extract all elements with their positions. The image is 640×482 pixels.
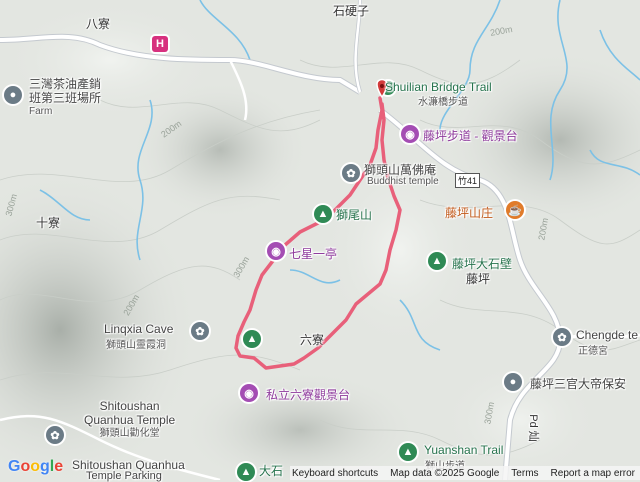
google-logo-letter: g <box>40 458 50 475</box>
google-logo-letter: e <box>54 458 64 475</box>
poi-shitoushan-quan-line1: Shitoushan <box>99 399 160 413</box>
place-tengping: 藤坪 <box>466 272 491 286</box>
yuanshan-trail-icon[interactable]: ▲ <box>399 443 417 461</box>
terms-link[interactable]: Terms <box>511 468 538 479</box>
dashi-peak-icon[interactable]: ▲ <box>237 463 255 481</box>
poi-sanwan-tea-line2: 班第三班場所 <box>29 91 102 105</box>
poi-liuliao-view[interactable]: 私立六寮觀景台 <box>266 386 350 403</box>
road-shield-zhu41: 竹41 <box>455 173 481 188</box>
rock-peak-icon[interactable]: ▲ <box>428 252 446 270</box>
place-shijingzi: 石硬子 <box>333 4 370 18</box>
google-logo-letter: G <box>8 458 21 475</box>
poi-shuilian-bridge[interactable]: Shuilian Bridge Trail <box>385 80 492 94</box>
map-data-text: Map data ©2025 Google <box>390 467 500 479</box>
poi-qixing[interactable]: 七星一亭 <box>289 245 337 262</box>
sanguan-temple-icon[interactable]: ● <box>504 373 522 391</box>
poi-dashi-partial[interactable]: 大石 <box>259 462 283 479</box>
poi-chengde-cn: 正德宮 <box>578 346 608 357</box>
poi-sanwan-tea-line1: 三灣茶油產銷 <box>29 77 102 91</box>
poi-shitoushan-quan[interactable]: Shitoushan Quanhua Temple 獅頭山勸化堂 <box>84 399 175 441</box>
hotel-icon[interactable]: H <box>152 36 168 52</box>
poi-chengde[interactable]: Chengde te <box>576 328 638 342</box>
poi-tengping-shanzhuang[interactable]: 藤坪山庄 <box>445 204 493 221</box>
farm-pin-icon[interactable]: ● <box>4 86 22 104</box>
place-bazhang: 八寮 <box>86 17 111 31</box>
keyboard-shortcuts-link[interactable]: Keyboard shortcuts <box>292 468 378 479</box>
poi-wanfo-sub: Buddhist temple <box>367 176 439 187</box>
google-logo-letter: o <box>20 458 31 475</box>
cave-temple-icon[interactable]: ✿ <box>191 322 209 340</box>
quanhua-temple-icon[interactable]: ✿ <box>46 426 64 444</box>
place-liuliao: 六寮 <box>300 333 325 347</box>
restaurant-icon[interactable]: ☕ <box>506 201 524 219</box>
peak-icon[interactable]: ▲ <box>314 205 332 223</box>
google-logo[interactable]: Google <box>8 458 63 476</box>
poi-sanwan-tea[interactable]: 三灣茶油產銷 班第三班場所 Farm <box>29 77 101 119</box>
poi-shuilian-bridge-cn: 水濂橋步道 <box>418 97 468 108</box>
attribution-bar: Keyboard shortcuts Map data ©2025 Google… <box>290 466 640 480</box>
report-error-link[interactable]: Report a map error <box>551 468 635 479</box>
poi-yuanshan[interactable]: Yuanshan Trail <box>424 443 503 457</box>
place-shiliao: 十寮 <box>36 216 61 230</box>
chengde-temple-icon[interactable]: ✿ <box>553 328 571 346</box>
poi-shitoushan[interactable]: 獅尾山 <box>336 206 372 223</box>
google-logo-letter: o <box>30 458 41 475</box>
poi-shitoushan-quan-cn: 獅頭山勸化堂 <box>99 428 160 439</box>
viewpoint-camera-icon[interactable]: ◉ <box>401 125 419 143</box>
qixing-camera-icon[interactable]: ◉ <box>267 242 285 260</box>
poi-tengping-sanguan[interactable]: 藤坪三官大帝保安 <box>530 375 626 392</box>
road-label: Pd 灿 <box>526 414 539 442</box>
poi-linqia[interactable]: Linqxia Cave <box>104 322 173 336</box>
temple-icon[interactable]: ✿ <box>342 164 360 182</box>
poi-parking-2: Temple Parking <box>86 470 162 482</box>
poi-linqia-cn: 獅頭山靈霞洞 <box>106 340 166 351</box>
poi-sanwan-tea-sub: Farm <box>29 106 53 117</box>
poi-shitoushan-quan-line2: Quanhua Temple <box>84 413 176 427</box>
poi-tengping-trail[interactable]: 藤坪步道 - 觀景台 <box>423 127 518 144</box>
liuliao-camera-icon[interactable]: ◉ <box>240 384 258 402</box>
poi-tengping-dashibi[interactable]: 藤坪大石壁 <box>452 255 512 272</box>
campsite-icon[interactable]: ▲ <box>243 330 261 348</box>
